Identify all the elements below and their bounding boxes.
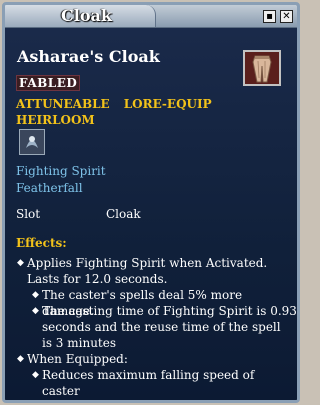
flag-heirloom: HEIRLOOM xyxy=(16,113,95,127)
item-flags: ATTUNEABLE LORE-EQUIP HEIRLOOM xyxy=(16,96,246,128)
title-bar[interactable]: Cloak ▪ ✕ xyxy=(5,5,297,28)
item-examine-window: Cloak ▪ ✕ Asharae's Cloak FABLED ATTUNEA… xyxy=(2,2,300,403)
tier-badge: FABLED xyxy=(16,75,81,91)
close-button[interactable]: ✕ xyxy=(280,10,293,23)
effect-line: ◆ Applies Fighting Spirit when Activated… xyxy=(17,256,268,270)
slot-row: Slot Cloak xyxy=(16,207,276,221)
spell-list: Fighting Spirit Featherfall xyxy=(16,163,106,197)
bullet-icon: ◆ xyxy=(32,290,39,300)
slot-label: Slot xyxy=(16,207,41,221)
cloak-icon xyxy=(243,50,281,86)
flag-lore-equip: LORE-EQUIP xyxy=(123,97,212,111)
effect-line: ◆ Reduces maximum falling speed of xyxy=(32,368,255,382)
title-tab: Cloak xyxy=(5,5,156,27)
bullet-icon: ◆ xyxy=(32,306,39,316)
slot-value: Cloak xyxy=(106,207,141,221)
effect-line: Lasts for 12.0 seconds. xyxy=(27,272,168,286)
effect-line: is 3 minutes xyxy=(42,336,117,350)
item-details: Asharae's Cloak FABLED ATTUNEABLE LORE-EQ… xyxy=(5,28,297,400)
item-name: Asharae's Cloak xyxy=(17,47,160,66)
flag-attuneable: ATTUNEABLE xyxy=(16,97,110,111)
effect-line: caster xyxy=(42,384,80,398)
window-title: Cloak xyxy=(61,6,112,25)
effect-line: ◆ The casting time of Fighting Spirit is… xyxy=(32,304,297,318)
bullet-icon: ◆ xyxy=(17,354,24,364)
spell-featherfall: Featherfall xyxy=(16,181,83,195)
bullet-icon: ◆ xyxy=(17,258,24,268)
effects-header: Effects: xyxy=(16,236,67,250)
bullet-icon: ◆ xyxy=(32,370,39,380)
effect-line: ◆ When Equipped: xyxy=(17,352,128,366)
effect-line: seconds and the reuse time of the spell xyxy=(42,320,281,334)
minimize-button[interactable]: ▪ xyxy=(263,10,276,23)
spell-fighting-spirit: Fighting Spirit xyxy=(16,164,106,178)
fighting-spirit-icon xyxy=(19,129,45,155)
